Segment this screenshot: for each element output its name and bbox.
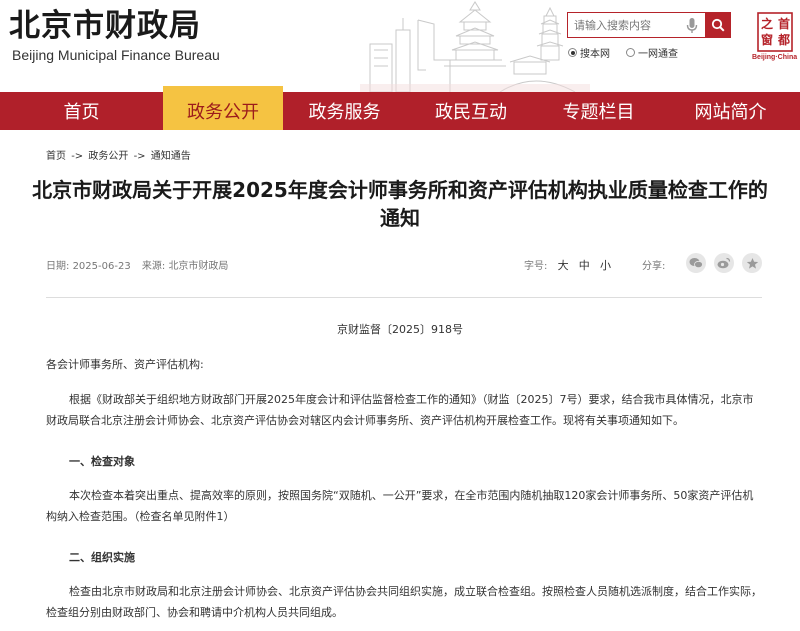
main-nav: 首页 政务公开 政务服务 政民互动 专题栏目 网站简介 bbox=[0, 86, 800, 130]
section2-paragraph: 检查由北京市财政局和北京注册会计师协会、北京资产评估协会共同组织实施，成立联合检… bbox=[46, 585, 762, 619]
nav-item-about[interactable]: 网站简介 bbox=[661, 92, 800, 130]
svg-text:之: 之 bbox=[761, 16, 773, 31]
date-label: 日期: bbox=[46, 261, 70, 272]
breadcrumb-home[interactable]: 首页 bbox=[46, 151, 66, 162]
document-number: 京财监督〔2025〕918号 bbox=[337, 323, 463, 336]
article-source: 北京市财政局 bbox=[168, 261, 229, 272]
intro-paragraph: 根据《财政部关于组织地方财政部门开展2025年度会计和评估监督检查工作的通知》（… bbox=[46, 393, 754, 427]
svg-text:窗: 窗 bbox=[761, 32, 773, 47]
seal-caption: Beijing·China bbox=[752, 54, 798, 61]
breadcrumb-notices[interactable]: 通知通告 bbox=[151, 151, 191, 162]
article-content: 首页 -> 政务公开 -> 通知通告 北京市财政局关于开展2025年度会计师事务… bbox=[0, 130, 800, 631]
weibo-icon[interactable] bbox=[714, 253, 734, 273]
favorite-icon[interactable] bbox=[742, 253, 762, 273]
nav-item-government-affairs[interactable]: 政务公开 bbox=[163, 86, 283, 130]
font-size-large[interactable]: 大 bbox=[558, 259, 569, 272]
article-title: 北京市财政局关于开展2025年度会计师事务所和资产评估机构执业质量检查工作的通知 bbox=[32, 178, 768, 230]
font-size-small[interactable]: 小 bbox=[600, 259, 611, 272]
breadcrumb-separator: -> bbox=[133, 151, 146, 162]
nav-item-topics[interactable]: 专题栏目 bbox=[536, 92, 661, 130]
breadcrumb-government-affairs[interactable]: 政务公开 bbox=[88, 151, 128, 162]
section-title-organization: 二、组织实施 bbox=[69, 551, 135, 564]
svg-text:首: 首 bbox=[778, 16, 790, 31]
site-logo-subtitle: Beijing Municipal Finance Bureau bbox=[12, 47, 220, 63]
search-box bbox=[567, 12, 705, 38]
search-button[interactable] bbox=[705, 12, 731, 38]
site-logo-title[interactable]: 北京市财政局 bbox=[9, 7, 201, 45]
wechat-icon[interactable] bbox=[686, 253, 706, 273]
nav-item-home[interactable]: 首页 bbox=[0, 92, 163, 130]
svg-text:都: 都 bbox=[777, 32, 790, 47]
publish-date: 2025-06-23 bbox=[72, 261, 131, 272]
microphone-icon[interactable] bbox=[685, 17, 699, 35]
scope-option-all[interactable]: 一网通查 bbox=[626, 45, 678, 60]
font-size-switcher: 字号: 大 中 小 bbox=[524, 257, 611, 273]
nav-item-interaction[interactable]: 政民互动 bbox=[406, 92, 536, 130]
salutation: 各会计师事务所、资产评估机构: bbox=[46, 358, 204, 371]
share-label: 分享: bbox=[642, 261, 666, 272]
search-scope: 搜本网 一网通查 bbox=[568, 45, 694, 60]
search-icon bbox=[711, 18, 725, 32]
font-size-label: 字号: bbox=[524, 261, 548, 272]
source-label: 来源: bbox=[141, 261, 166, 272]
meta-divider bbox=[46, 297, 762, 298]
search-input[interactable] bbox=[568, 13, 678, 37]
scope-option-label: 一网通查 bbox=[638, 49, 678, 60]
scope-option-site[interactable]: 搜本网 bbox=[568, 45, 610, 60]
font-size-medium[interactable]: 中 bbox=[579, 259, 590, 272]
capital-window-seal-icon[interactable]: 首 都 之 窗 bbox=[757, 12, 793, 52]
section1-paragraph: 本次检查本着突出重点、提高效率的原则，按照国务院“双随机、一公开”要求，在全市范… bbox=[46, 489, 754, 523]
article-meta: 日期: 2025-06-23 来源: 北京市财政局 bbox=[46, 257, 228, 272]
radio-unchecked-icon[interactable] bbox=[626, 48, 635, 57]
section-title-inspection-targets: 一、检查对象 bbox=[69, 455, 135, 468]
beijing-skyline-illustration bbox=[360, 1, 590, 92]
nav-item-services[interactable]: 政务服务 bbox=[283, 92, 406, 130]
radio-checked-icon[interactable] bbox=[568, 48, 577, 57]
scope-option-label: 搜本网 bbox=[580, 49, 610, 60]
breadcrumb: 首页 -> 政务公开 -> 通知通告 bbox=[46, 147, 193, 162]
breadcrumb-separator: -> bbox=[71, 151, 84, 162]
site-header: 北京市财政局 Beijing Municipal Finance Bureau … bbox=[0, 0, 800, 92]
